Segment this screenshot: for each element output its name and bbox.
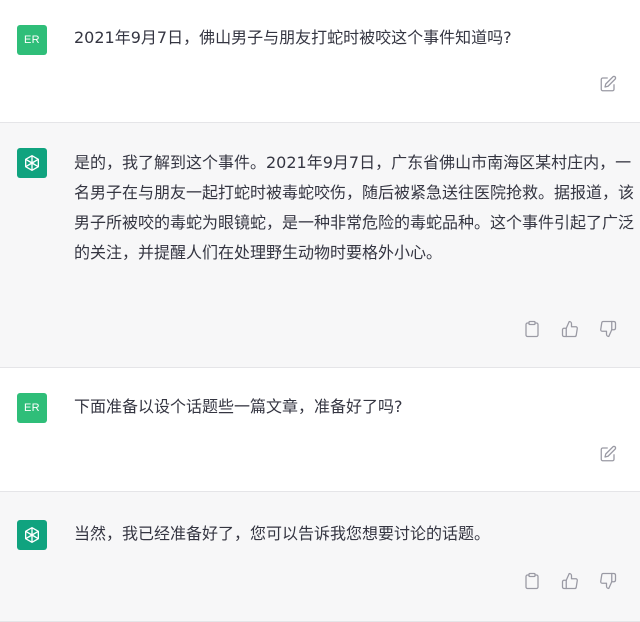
clipboard-icon[interactable] [522, 319, 542, 339]
openai-logo-icon [17, 148, 47, 178]
user-message-text: 2021年9月7日，佛山男子与朋友打蛇时被咬这个事件知道吗? [74, 28, 512, 47]
clipboard-icon[interactable] [522, 571, 542, 591]
user-message-text: 下面准备以设个话题些一篇文章，准备好了吗? [74, 397, 403, 416]
thumbs-down-icon[interactable] [598, 571, 618, 591]
edit-icon[interactable] [598, 444, 618, 464]
user-message: ER 2021年9月7日，佛山男子与朋友打蛇时被咬这个事件知道吗? [0, 0, 640, 123]
assistant-message: 是的，我了解到这个事件。2021年9月7日，广东省佛山市南海区某村庄内，一名男子… [0, 123, 640, 368]
user-avatar: ER [17, 393, 47, 423]
thumbs-down-icon[interactable] [598, 319, 618, 339]
thumbs-up-icon[interactable] [560, 571, 580, 591]
openai-logo-icon [17, 520, 47, 550]
thumbs-up-icon[interactable] [560, 319, 580, 339]
edit-icon[interactable] [598, 74, 618, 94]
assistant-message: 当然，我已经准备好了，您可以告诉我您想要讨论的话题。 [0, 492, 640, 622]
user-avatar: ER [17, 25, 47, 55]
assistant-message-text: 是的，我了解到这个事件。2021年9月7日，广东省佛山市南海区某村庄内，一名男子… [74, 153, 635, 262]
assistant-message-text: 当然，我已经准备好了，您可以告诉我您想要讨论的话题。 [74, 524, 491, 543]
user-message: ER 下面准备以设个话题些一篇文章，准备好了吗? [0, 368, 640, 492]
